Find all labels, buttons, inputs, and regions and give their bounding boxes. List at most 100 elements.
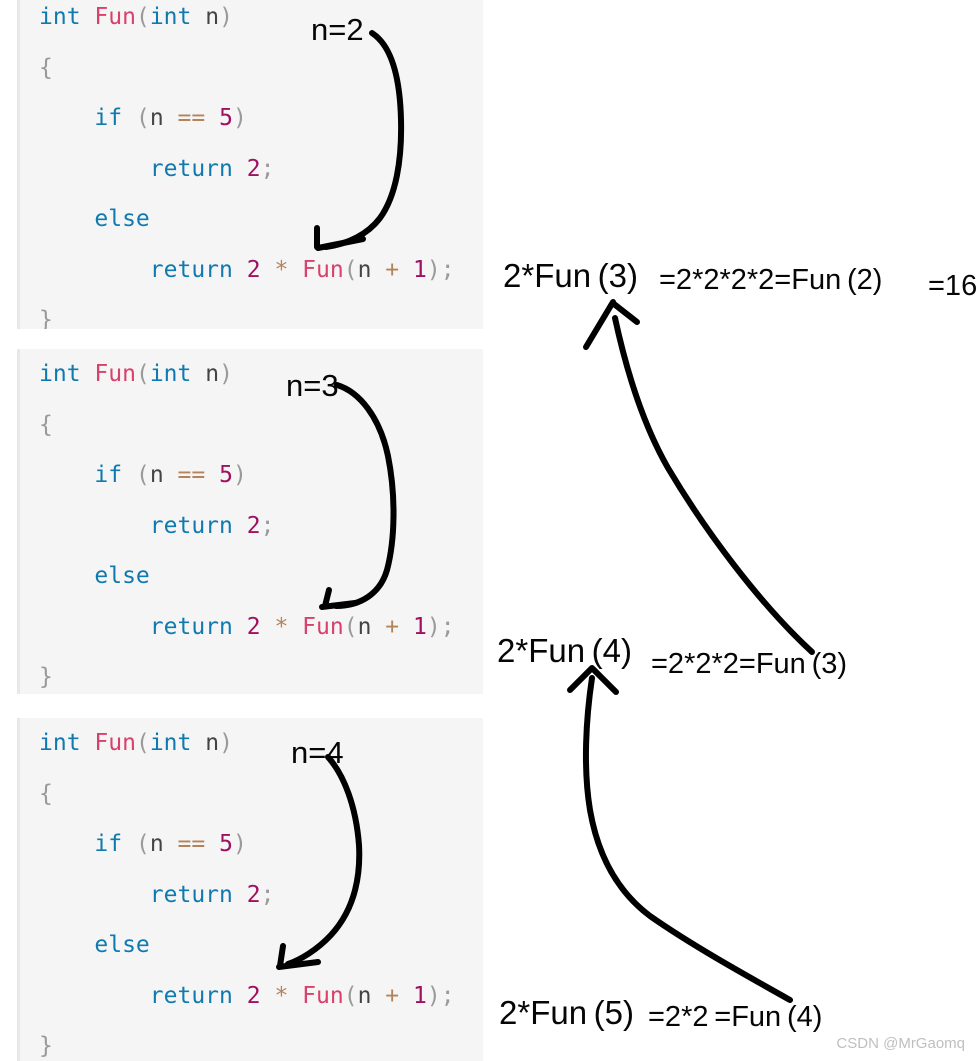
code-token: ) (232, 462, 247, 488)
code-token: if (94, 831, 123, 857)
code-token: return (149, 881, 233, 908)
code-token: ; (260, 881, 275, 908)
code-token: ) (219, 730, 233, 756)
code-token: ( (135, 730, 150, 756)
code-line: } (20, 652, 483, 694)
code-token: 5 (219, 462, 233, 488)
csdn-watermark: CSDN @MrGaomq (836, 1035, 965, 1052)
code-block-2-lines: int Fun(int n){ if (n == 5) return 2; el… (20, 349, 483, 694)
code-token: return (149, 155, 233, 182)
code-token: n (149, 105, 164, 131)
code-block-1-lines: int Fun(int n){ if (n == 5) return 2; el… (20, 0, 483, 329)
trace-row-2-call: 2*Fun (4) (497, 632, 632, 669)
code-token: * (274, 982, 289, 1009)
code-token: ( (135, 105, 150, 131)
code-line: else (20, 920, 483, 971)
code-token: 2 (246, 155, 261, 182)
code-token: 5 (219, 831, 233, 857)
code-token: Fun (302, 256, 344, 283)
code-token: int (149, 361, 192, 387)
code-line: int Fun(int n) (20, 0, 483, 43)
code-token: ) (232, 105, 247, 131)
trace-row-2-expansion: =2*2*2=Fun (3) (651, 648, 848, 680)
code-token: ( (343, 613, 358, 640)
screenshot-root: int Fun(int n){ if (n == 5) return 2; el… (0, 0, 977, 1061)
code-token: int (39, 361, 81, 387)
code-token: * (274, 256, 289, 283)
code-token: Fun (302, 982, 344, 1009)
code-token: ; (260, 512, 275, 539)
code-token: + (385, 256, 400, 283)
trace-row-1-expansion: =2*2*2*2=Fun (2) (659, 264, 883, 296)
trace-row-1-call: 2*Fun (3) (503, 257, 638, 294)
code-token: return (149, 613, 233, 640)
code-line: else (20, 194, 483, 245)
code-line: { (20, 769, 483, 820)
code-token: Fun (94, 4, 136, 30)
code-line: if (n == 5) (20, 819, 483, 870)
code-line: return 2; (20, 501, 483, 552)
code-line: return 2 * Fun(n + 1); (20, 971, 483, 1022)
code-token: } (39, 1033, 53, 1059)
code-line: return 2; (20, 870, 483, 921)
code-token: { (39, 411, 53, 438)
code-line: int Fun(int n) (20, 718, 483, 769)
code-line: } (20, 1021, 483, 1061)
code-token: n (149, 831, 164, 857)
trace-row-1-result: =16 (928, 270, 977, 302)
code-token: ) (232, 831, 247, 857)
code-token: + (385, 613, 400, 640)
code-token: ( (343, 982, 358, 1009)
code-token: ( (343, 256, 358, 283)
code-token: else (94, 563, 150, 589)
code-token: == (177, 462, 206, 488)
code-token: n (205, 730, 220, 756)
code-token: 1 (413, 982, 427, 1009)
code-token: 2 (246, 881, 261, 908)
code-token: else (94, 206, 150, 232)
code-line: else (20, 551, 483, 602)
code-token: ) (219, 361, 233, 387)
arrow-fun3-to-row1 (583, 299, 815, 655)
code-token: ) (426, 256, 441, 283)
code-line: } (20, 295, 483, 329)
code-block-2: int Fun(int n){ if (n == 5) return 2; el… (17, 349, 483, 694)
code-token: == (177, 105, 206, 131)
code-token: int (149, 730, 192, 756)
code-block-3-lines: int Fun(int n){ if (n == 5) return 2; el… (20, 718, 483, 1061)
code-token: else (94, 932, 150, 958)
code-token: if (94, 105, 123, 131)
code-token: ; (440, 256, 455, 283)
code-line: if (n == 5) (20, 93, 483, 144)
code-line: return 2; (20, 144, 483, 195)
